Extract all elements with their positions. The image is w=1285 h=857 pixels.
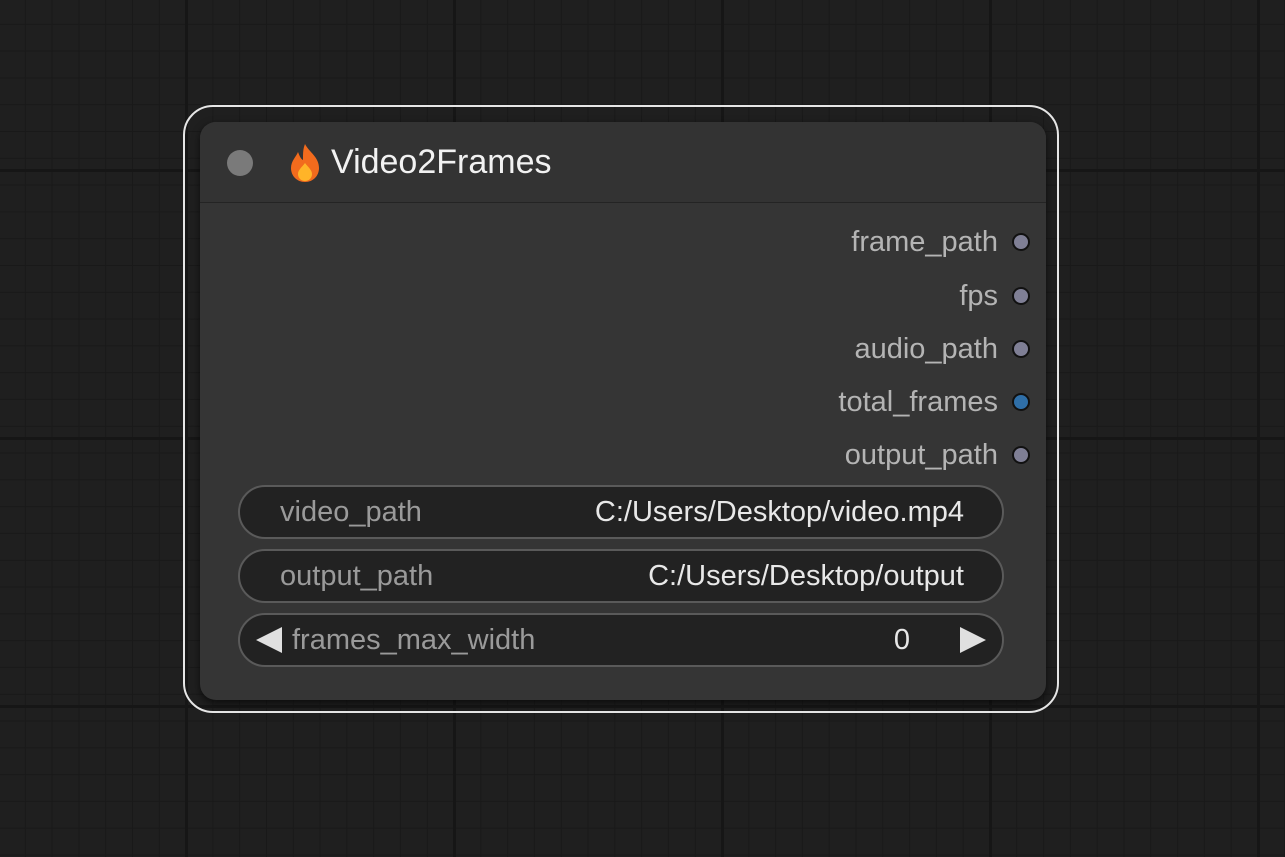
output-connector-dot[interactable] [1012,446,1030,464]
frames-max-width-number-widget[interactable]: frames_max_width 0 [238,613,1004,667]
widget-label: video_path [280,496,422,528]
increment-arrow-icon[interactable] [960,627,986,653]
collapse-toggle-dot[interactable] [227,150,253,176]
output-connector-dot[interactable] [1012,287,1030,305]
output-connector-dot[interactable] [1012,340,1030,358]
output-label: audio_path [854,332,998,365]
node-title: Video2Frames [331,143,552,181]
widget-label: output_path [280,560,434,592]
node-header[interactable]: Video2Frames [200,122,1046,203]
flame-icon [288,143,322,183]
output-label: output_path [844,438,998,471]
output-slot-total-frames[interactable]: total_frames [838,382,1030,422]
video-path-text-widget[interactable]: video_path C:/Users/Desktop/video.mp4 [238,485,1004,539]
output-connector-dot[interactable] [1012,393,1030,411]
widget-value: C:/Users/Desktop/video.mp4 [594,496,964,528]
widget-value: 0 [893,624,910,656]
output-slot-fps[interactable]: fps [959,276,1030,316]
output-label: frame_path [851,225,998,258]
output-slot-frame-path[interactable]: frame_path [851,222,1030,262]
output-label: total_frames [838,385,998,418]
output-label: fps [959,279,998,312]
decrement-arrow-icon[interactable] [256,627,282,653]
output-path-text-widget[interactable]: output_path C:/Users/Desktop/output [238,549,1004,603]
output-slot-output-path[interactable]: output_path [845,435,1030,475]
widget-value: C:/Users/Desktop/output [648,560,964,592]
video2frames-node[interactable]: Video2Frames frame_path fps audio_path t… [200,122,1046,700]
output-slot-audio-path[interactable]: audio_path [854,329,1030,369]
output-connector-dot[interactable] [1012,233,1030,251]
widget-label: frames_max_width [292,624,536,656]
